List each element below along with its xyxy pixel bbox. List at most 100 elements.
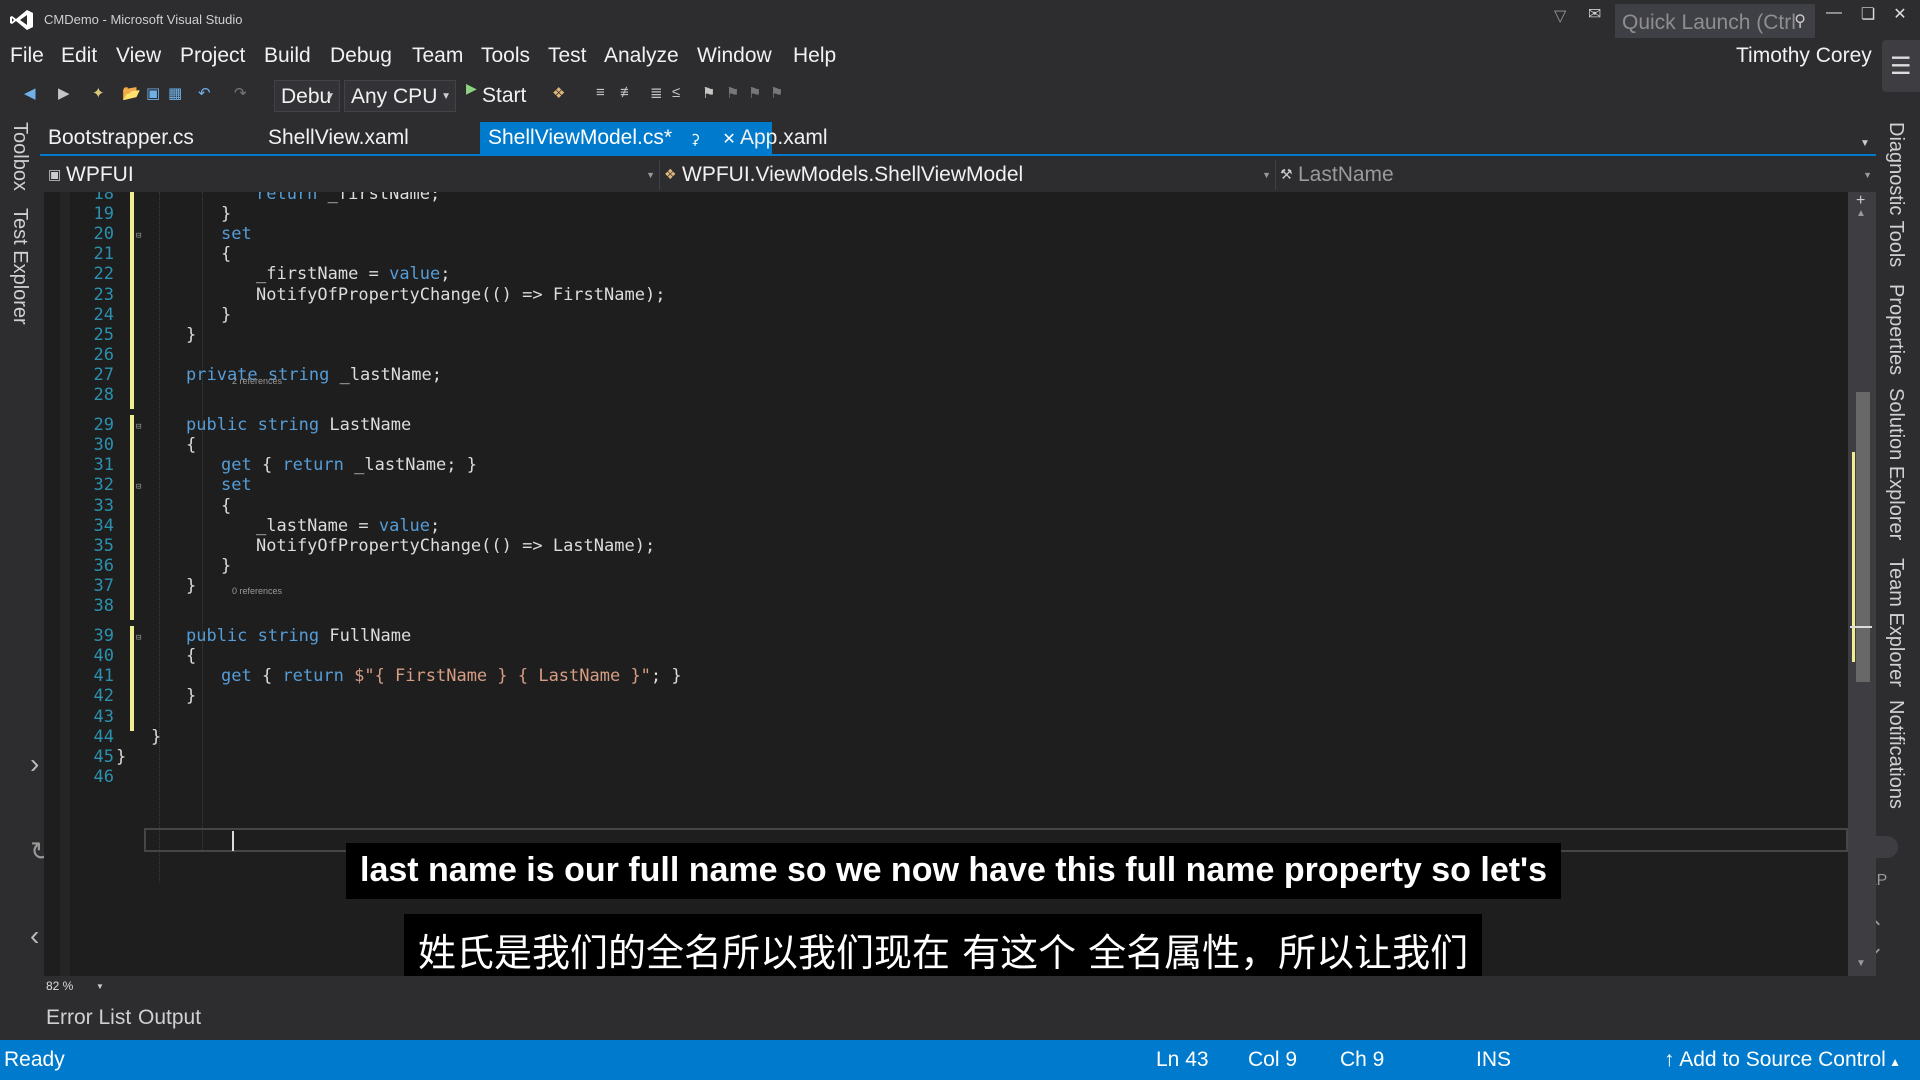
- properties-tab[interactable]: Properties: [1884, 284, 1907, 375]
- code-line[interactable]: 46: [44, 767, 1848, 791]
- changes-marker: [1852, 452, 1855, 662]
- format-icon[interactable]: ≢: [620, 84, 635, 101]
- save-all-icon[interactable]: ▦: [168, 84, 182, 102]
- line-code: }: [186, 686, 197, 707]
- line-number: 26: [93, 344, 114, 365]
- search-icon: ⚲: [1794, 13, 1806, 30]
- new-project-icon[interactable]: ✦: [92, 84, 105, 102]
- previous-bookmark-icon[interactable]: ⚑: [726, 84, 739, 102]
- tab-label: App.xaml: [740, 126, 828, 149]
- code-line[interactable]: 28: [44, 385, 1848, 409]
- chevron-up-icon: ▲: [1885, 1055, 1902, 1069]
- team-explorer-tab[interactable]: Team Explorer: [1884, 558, 1907, 687]
- line-code: public string FullName: [186, 626, 412, 647]
- chevron-down-icon[interactable]: ▼: [96, 982, 104, 991]
- scroll-thumb[interactable]: [1856, 392, 1870, 682]
- line-code: }: [116, 746, 127, 767]
- pin-icon[interactable]: ⚳: [690, 131, 700, 147]
- tab-error-list[interactable]: Error List: [46, 1006, 131, 1030]
- quick-launch-box[interactable]: Quick Launch (Ctrl ⚲: [1615, 4, 1815, 38]
- project-dropdown[interactable]: ▣ WPFUI ▼: [44, 160, 660, 190]
- tab-shellview[interactable]: ShellView.xaml: [260, 122, 417, 154]
- restore-button[interactable]: ❏: [1854, 4, 1882, 24]
- menu-edit[interactable]: Edit: [61, 44, 97, 68]
- menu-tools[interactable]: Tools: [481, 44, 530, 68]
- comment-icon[interactable]: ≣: [650, 84, 663, 102]
- line-number: 23: [93, 284, 114, 305]
- status-char[interactable]: Ch 9: [1340, 1048, 1384, 1072]
- notifications-tab[interactable]: Notifications: [1884, 700, 1907, 809]
- chevron-right-icon[interactable]: ›: [30, 748, 39, 780]
- menu-file[interactable]: File: [10, 44, 44, 68]
- status-state: Ready: [4, 1048, 65, 1071]
- user-name[interactable]: Timothy Corey: [1736, 44, 1872, 68]
- menu-view[interactable]: View: [116, 44, 161, 68]
- redo-icon[interactable]: ↷: [234, 84, 247, 102]
- tab-label: ShellView.xaml: [268, 126, 409, 149]
- platform-dropdown[interactable]: Any CPU ▼: [344, 80, 456, 112]
- browser-link-icon[interactable]: ❖: [552, 84, 565, 102]
- tab-shellviewmodel[interactable]: ShellViewModel.cs* ⚳ ✕: [480, 122, 772, 154]
- toolbox-tab[interactable]: Toolbox: [8, 122, 31, 191]
- type-dropdown[interactable]: ❖ WPFUI.ViewModels.ShellViewModel ▼: [660, 160, 1276, 190]
- configuration-dropdown[interactable]: Debu ▼: [274, 80, 340, 112]
- member-dropdown[interactable]: ⚒ LastName ▼: [1276, 160, 1876, 190]
- feedback-icon[interactable]: ✉: [1588, 4, 1601, 24]
- status-column[interactable]: Col 9: [1248, 1048, 1297, 1072]
- next-bookmark-icon[interactable]: ⚑: [748, 84, 761, 102]
- collapse-icon[interactable]: ⊟: [136, 482, 141, 492]
- menu-team[interactable]: Team: [412, 44, 463, 68]
- line-code: set: [221, 224, 252, 245]
- codelens-references[interactable]: 2 references: [232, 376, 282, 386]
- collapse-icon[interactable]: ⊟: [136, 231, 141, 241]
- vertical-scrollbar[interactable]: ▲ ▼: [1848, 192, 1876, 976]
- undo-icon[interactable]: ↶: [198, 84, 211, 102]
- play-icon: ▶: [466, 80, 477, 96]
- tabs-dropdown-icon[interactable]: ▼: [1860, 138, 1870, 149]
- menu-test[interactable]: Test: [548, 44, 587, 68]
- menu-help[interactable]: Help: [793, 44, 836, 68]
- line-number: 44: [93, 726, 114, 747]
- solution-explorer-tab[interactable]: Solution Explorer: [1884, 388, 1907, 540]
- step-into-icon[interactable]: ≡: [596, 84, 605, 101]
- scroll-down-icon[interactable]: ▼: [1856, 958, 1866, 969]
- save-icon[interactable]: ▣: [146, 84, 160, 102]
- codelens-references[interactable]: 0 references: [232, 586, 282, 596]
- zoom-level[interactable]: 82 %: [46, 979, 73, 993]
- line-code: _lastName = value;: [256, 515, 441, 536]
- minimize-button[interactable]: —: [1820, 4, 1848, 22]
- horizontal-scrollbar[interactable]: [44, 976, 1848, 996]
- menu-analyze[interactable]: Analyze: [604, 44, 679, 68]
- bookmark-icon[interactable]: ⚑: [702, 84, 715, 102]
- diagnostic-tools-tab[interactable]: Diagnostic Tools: [1884, 122, 1907, 267]
- notification-filter-icon[interactable]: ▽: [1554, 6, 1566, 26]
- back-icon[interactable]: ◀: [24, 84, 36, 102]
- tab-app-xaml[interactable]: App.xaml: [732, 122, 836, 154]
- clear-bookmarks-icon[interactable]: ⚑: [770, 84, 783, 102]
- menu-build[interactable]: Build: [264, 44, 311, 68]
- test-explorer-tab[interactable]: Test Explorer: [8, 208, 31, 325]
- menu-window[interactable]: Window: [697, 44, 772, 68]
- tab-output[interactable]: Output: [138, 1006, 201, 1030]
- split-window-icon[interactable]: +: [1856, 192, 1865, 210]
- forward-icon[interactable]: ▶: [58, 84, 70, 102]
- chevron-down-icon: ▼: [1863, 170, 1872, 180]
- add-to-source-control-button[interactable]: ↑ Add to Source Control ▲: [1664, 1048, 1901, 1072]
- line-number: 37: [93, 575, 114, 596]
- chevron-left-icon[interactable]: ‹: [30, 920, 39, 952]
- code-line[interactable]: 38: [44, 596, 1848, 620]
- uncomment-icon[interactable]: ≤: [672, 84, 680, 101]
- line-number: 30: [93, 435, 114, 456]
- collapse-icon[interactable]: ⊟: [136, 422, 141, 432]
- menu-debug[interactable]: Debug: [330, 44, 392, 68]
- close-window-button[interactable]: ✕: [1886, 4, 1914, 24]
- start-label: Start: [482, 84, 527, 107]
- collapse-icon[interactable]: ⊟: [136, 633, 141, 643]
- chevron-down-icon: ▼: [325, 91, 335, 102]
- tab-bootstrapper[interactable]: Bootstrapper.cs: [40, 122, 202, 154]
- csharp-project-icon: ▣: [48, 166, 62, 182]
- open-file-icon[interactable]: 📂: [122, 84, 141, 102]
- menu-project[interactable]: Project: [180, 44, 245, 68]
- status-insert-mode[interactable]: INS: [1476, 1048, 1511, 1072]
- status-line[interactable]: Ln 43: [1156, 1048, 1209, 1072]
